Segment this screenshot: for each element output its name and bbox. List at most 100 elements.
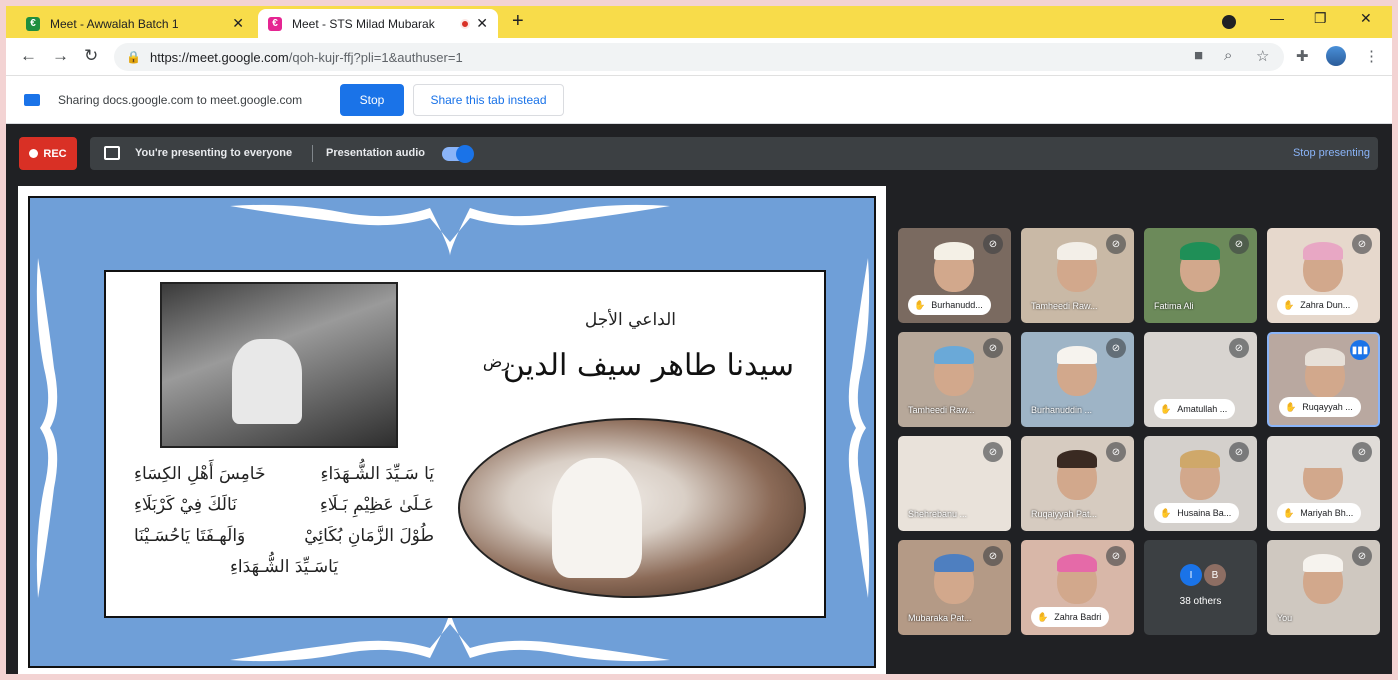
mic-muted-icon: ⊘ <box>1352 546 1372 566</box>
participant-name-chip: ✋ Mariyah Bh... <box>1277 503 1362 523</box>
recording-indicator-icon <box>460 18 470 29</box>
tab-title: Meet - STS Milad Mubarak <box>292 16 435 31</box>
avatar[interactable] <box>1326 46 1346 66</box>
avatar: I <box>1180 564 1202 586</box>
participant-name: Ruqaiyyah Pat... <box>1031 509 1098 519</box>
participant-tile[interactable]: ⊘ Fatima Ali <box>1144 228 1257 323</box>
participant-tile[interactable]: ⊘ ✋ Husaina Ba... <box>1144 436 1257 531</box>
participant-name: Shehrebanu ... <box>908 509 968 519</box>
participant-tile[interactable]: ⊘ Tamheedi Raw... <box>898 332 1011 427</box>
close-window-icon[interactable]: ✕ <box>1360 10 1372 27</box>
participant-headwear <box>1057 346 1097 364</box>
extensions-icon[interactable]: ✚ <box>1296 47 1309 65</box>
close-tab-icon[interactable]: ✕ <box>476 15 488 32</box>
address-toolbar: ← → ↻ 🔒 https://meet.google.com/qoh-kujr… <box>6 38 1392 76</box>
participant-tile[interactable]: ⊘ Mubaraka Pat... <box>898 540 1011 635</box>
zoom-icon[interactable]: ⌕ <box>1224 47 1232 64</box>
minimize-icon[interactable]: — <box>1270 10 1284 26</box>
mic-muted-icon: ⊘ <box>983 234 1003 254</box>
slide-subtitle: الداعي الأجل <box>584 310 676 330</box>
browser-window: € Meet - Awwalah Batch 1 ✕ € Meet - STS … <box>6 6 1392 674</box>
photo-figure <box>552 458 642 578</box>
participant-headwear <box>1180 242 1220 260</box>
participant-tile[interactable]: ⊘ ✋ Zahra Badri <box>1021 540 1134 635</box>
verse-text: نَالَكَ فِيْ كَرْبَلَاءِ <box>134 495 237 515</box>
new-tab-icon[interactable]: + <box>512 10 524 33</box>
tab-sts-milad[interactable]: € Meet - STS Milad Mubarak ✕ <box>258 9 498 38</box>
verse-text: طُوْلَ الزَّمَانِ بُكَائِيْ <box>304 526 434 546</box>
participant-name: Tamheedi Raw... <box>1031 301 1098 311</box>
hand-raise-icon: ✋ <box>914 299 926 310</box>
url-bar[interactable]: 🔒 https://meet.google.com/qoh-kujr-ffj?p… <box>114 43 1284 71</box>
presentation-banner: You're presenting to everyone Presentati… <box>90 137 1378 170</box>
participant-tile[interactable]: I B 38 others <box>1144 540 1257 635</box>
restore-icon[interactable]: ❐ <box>1314 10 1327 27</box>
participant-name: Tamheedi Raw... <box>908 405 975 415</box>
divider <box>312 145 313 162</box>
forward-icon[interactable]: → <box>52 46 69 66</box>
tab-awwalah[interactable]: € Meet - Awwalah Batch 1 ✕ <box>16 9 254 38</box>
participant-name-chip: ✋ Amatullah ... <box>1154 399 1236 419</box>
meet-favicon-icon: € <box>26 16 40 31</box>
participant-tile[interactable]: ⊘ Ruqaiyyah Pat... <box>1021 436 1134 531</box>
mic-muted-icon: ⊘ <box>983 338 1003 358</box>
mic-muted-icon: ⊘ <box>1106 234 1126 254</box>
meet-favicon-icon: € <box>268 16 282 31</box>
speaking-indicator-icon: ▮▮▮ <box>1350 340 1370 360</box>
mic-muted-icon: ⊘ <box>983 442 1003 462</box>
participant-name: You <box>1277 613 1293 623</box>
reload-icon[interactable]: ↻ <box>84 46 98 66</box>
screen-share-icon <box>24 94 40 106</box>
participant-tile[interactable]: ⊘ ✋ Burhanudd... <box>898 228 1011 323</box>
participant-name: Zahra Dun... <box>1300 300 1351 310</box>
recording-button[interactable]: REC <box>19 137 77 170</box>
participant-tile[interactable]: ⊘ ✋ Mariyah Bh... <box>1267 436 1380 531</box>
presented-slide: الداعي الأجل سيدنا طاهر سيف الدين رض يَا… <box>18 186 886 674</box>
participant-tile[interactable]: ⊘ Burhanuddin ... <box>1021 332 1134 427</box>
stop-sharing-button[interactable]: Stop <box>340 84 404 116</box>
profile-dot-icon[interactable] <box>1222 15 1236 29</box>
participant-tile[interactable]: ⊘ ✋ Amatullah ... <box>1144 332 1257 427</box>
participant-tile[interactable]: ⊘ ✋ Zahra Dun... <box>1267 228 1380 323</box>
close-tab-icon[interactable]: ✕ <box>232 15 244 32</box>
participant-tile[interactable]: ▮▮▮ ✋ Ruqayyah ... <box>1267 332 1380 427</box>
rec-label: REC <box>43 147 67 160</box>
participant-tile[interactable]: ⊘ Shehrebanu ... <box>898 436 1011 531</box>
poem-line: يَا سَـيِّدَ الشُّـهَدَاءِ خَامِسَ أَهْلِ… <box>134 464 434 495</box>
stop-presenting-button[interactable]: Stop presenting <box>1293 147 1370 159</box>
lock-icon: 🔒 <box>126 50 141 64</box>
hand-raise-icon: ✋ <box>1285 401 1297 412</box>
participant-name: Burhanuddin ... <box>1031 405 1093 415</box>
verse-text: عَـلَىٰ عَظِيْمِ بَـلَاءِ <box>319 495 434 515</box>
tab-title: Meet - Awwalah Batch 1 <box>50 16 179 31</box>
slide-title: سيدنا طاهر سيف الدين <box>502 348 794 383</box>
mic-muted-icon: ⊘ <box>1229 234 1249 254</box>
presentation-audio-toggle[interactable] <box>442 145 474 163</box>
participant-name: Burhanudd... <box>931 300 983 310</box>
share-this-tab-button[interactable]: Share this tab instead <box>413 84 564 116</box>
participant-headwear <box>1057 450 1097 468</box>
participant-tile[interactable]: ⊘ You <box>1267 540 1380 635</box>
participant-headwear <box>934 242 974 260</box>
mic-muted-icon: ⊘ <box>1106 546 1126 566</box>
bookmark-star-icon[interactable]: ☆ <box>1256 47 1269 65</box>
left-ornament-icon <box>36 258 86 598</box>
participant-name-chip: ✋ Zahra Badri <box>1031 607 1110 627</box>
camera-icon[interactable]: ■ <box>1194 47 1203 64</box>
url-host: https://meet.google.com <box>150 49 289 65</box>
participant-name: Ruqayyah ... <box>1302 402 1353 412</box>
verse-text: يَا سَـيِّدَ الشُّـهَدَاءِ <box>320 464 434 484</box>
menu-dots-icon[interactable]: ⋮ <box>1364 47 1379 65</box>
participant-name: Mubaraka Pat... <box>908 613 972 623</box>
poem-refrain: يَاسَـيِّدَ الشُّـهَدَاءِ <box>229 557 339 577</box>
participant-tile[interactable]: ⊘ Tamheedi Raw... <box>1021 228 1134 323</box>
meet-presenting-bar: REC You're presenting to everyone Presen… <box>6 124 1392 182</box>
back-icon[interactable]: ← <box>20 46 37 66</box>
mic-muted-icon: ⊘ <box>1352 442 1372 462</box>
presenting-status: You're presenting to everyone <box>135 147 293 159</box>
participant-headwear <box>1303 242 1343 260</box>
participant-headwear <box>934 554 974 572</box>
participant-name-chip: ✋ Zahra Dun... <box>1277 295 1359 315</box>
mic-muted-icon: ⊘ <box>983 546 1003 566</box>
mic-muted-icon: ⊘ <box>1352 234 1372 254</box>
